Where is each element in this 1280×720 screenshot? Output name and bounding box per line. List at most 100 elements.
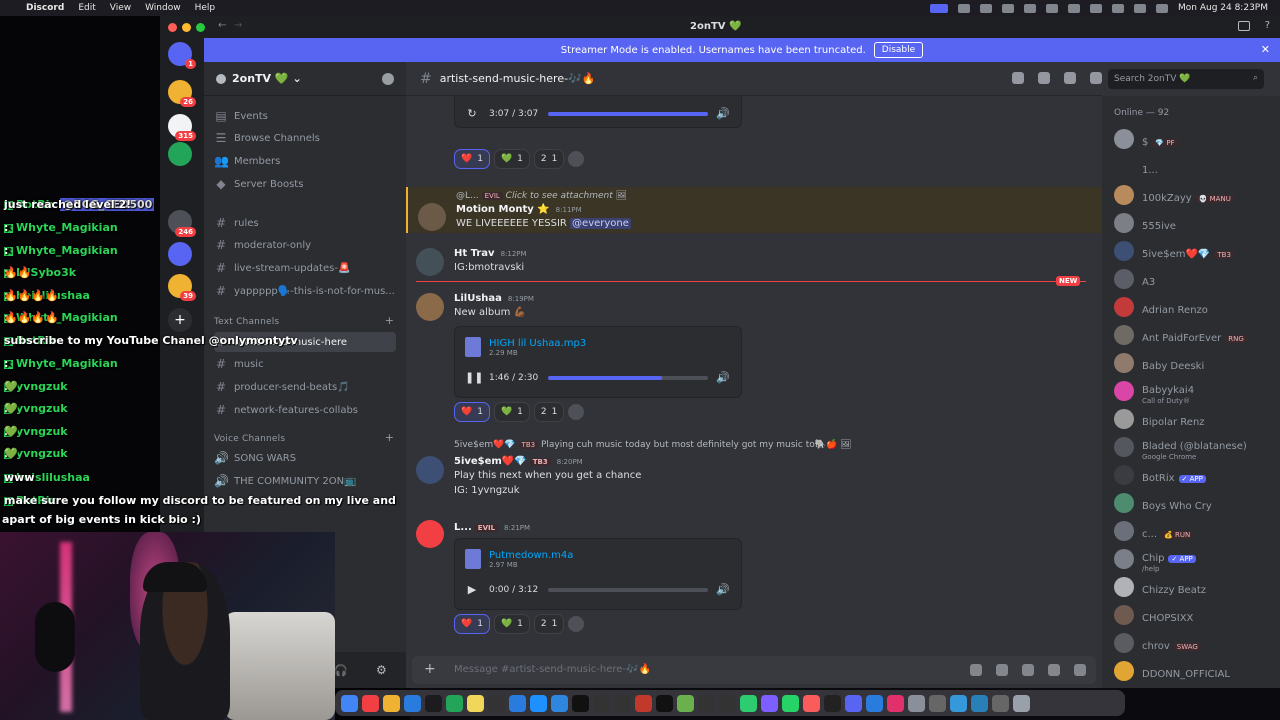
notification-bell-icon[interactable]	[1038, 72, 1050, 84]
globe-icon[interactable]	[950, 694, 967, 712]
reaction-two[interactable]: 21	[533, 614, 565, 634]
threads-icon[interactable]	[1012, 72, 1024, 84]
member-item[interactable]: Babyykai4 Call of Duty®	[1114, 378, 1280, 405]
member-item[interactable]: Chizzy Beatz	[1114, 574, 1280, 600]
add-member-icon[interactable]	[382, 73, 394, 85]
battery-icon[interactable]	[1046, 3, 1058, 13]
browser-icon[interactable]	[971, 694, 988, 712]
clock[interactable]: Mon Aug 24 8:23PM	[1178, 3, 1268, 13]
o-app-icon[interactable]	[698, 694, 715, 712]
member-item[interactable]: chrov SWAG	[1114, 630, 1280, 656]
sidebar-item-server-boosts[interactable]: ◆ Server Boosts	[214, 174, 396, 194]
apple-tv-icon[interactable]	[425, 694, 442, 712]
audio-progress-bar[interactable]	[548, 587, 709, 592]
server-icon-2on[interactable]	[168, 142, 192, 166]
bluetooth-icon[interactable]	[866, 694, 883, 712]
member-item[interactable]: 1...	[1114, 154, 1280, 180]
server-icon[interactable]: 315	[168, 114, 196, 141]
member-item[interactable]: 100kZayy 💀 MANU	[1114, 182, 1280, 208]
reaction-two[interactable]: 21	[533, 149, 565, 169]
app-store-icon[interactable]	[530, 694, 547, 712]
safari-icon[interactable]	[551, 694, 568, 712]
moon-icon[interactable]	[1002, 3, 1014, 13]
avatar[interactable]	[416, 520, 444, 548]
member-item[interactable]: $ 💎 PF	[1114, 126, 1280, 152]
messages-icon[interactable]	[740, 694, 757, 712]
help-icon[interactable]: ?	[1265, 20, 1270, 31]
member-item[interactable]: 555ive	[1114, 210, 1280, 236]
music-icon[interactable]	[803, 694, 820, 712]
message-composer[interactable]: + Message #artist-send-music-here-🎶🔥	[412, 656, 1096, 684]
sidebar-item-browse-channels[interactable]: ☰ Browse Channels	[214, 128, 396, 148]
minimize-window-icon[interactable]	[182, 23, 191, 32]
settings-icon[interactable]	[908, 694, 925, 712]
screen-share-icon[interactable]	[930, 3, 948, 13]
trash-icon[interactable]	[1013, 694, 1030, 712]
member-list-icon[interactable]	[1090, 72, 1102, 84]
f-app-icon[interactable]	[593, 694, 610, 712]
forward-arrow-icon[interactable]: →	[234, 20, 242, 31]
member-item[interactable]: c... 💰 RUN	[1114, 518, 1280, 544]
member-item[interactable]: Adrian Renzo	[1114, 294, 1280, 320]
close-window-icon[interactable]	[168, 23, 177, 32]
audio-progress-bar[interactable]	[548, 111, 709, 116]
headset-icon[interactable]: 🎧	[334, 664, 348, 677]
menu-edit[interactable]: Edit	[78, 3, 95, 13]
capcut-icon[interactable]	[656, 694, 673, 712]
discord-icon[interactable]	[845, 694, 862, 712]
menu-window[interactable]: Window	[145, 3, 181, 13]
calendar-icon[interactable]	[362, 694, 379, 712]
inbox-icon[interactable]	[1238, 21, 1250, 31]
member-item[interactable]: Ant PaidForEver RNG	[1114, 322, 1280, 348]
obs-icon[interactable]	[824, 694, 841, 712]
zoom-window-icon[interactable]	[196, 23, 205, 32]
m-app-icon[interactable]	[614, 694, 631, 712]
member-item[interactable]: A3	[1114, 266, 1280, 292]
member-item[interactable]: Boys Who Cry	[1114, 490, 1280, 516]
sidebar-item-events[interactable]: ▤ Events	[214, 106, 396, 126]
notes-icon[interactable]	[467, 694, 484, 712]
play-icon[interactable]	[1068, 3, 1080, 13]
m2-app-icon[interactable]	[719, 694, 736, 712]
play-icon[interactable]: ▶	[465, 583, 479, 596]
control-center-icon[interactable]	[1156, 3, 1168, 13]
member-item[interactable]: 5ive$em❤️💎 TB3	[1114, 238, 1280, 264]
finder-icon[interactable]	[404, 694, 421, 712]
member-item[interactable]: CHOPSIXX	[1114, 602, 1280, 628]
help2-icon[interactable]	[992, 694, 1009, 712]
add-attachment-icon[interactable]: +	[424, 661, 436, 677]
volume-icon[interactable]: 🔊	[716, 107, 730, 120]
gift-icon[interactable]	[970, 664, 982, 676]
add-reaction-icon[interactable]	[568, 616, 585, 632]
replay-icon[interactable]: ↻	[465, 107, 479, 120]
settings-gear-icon[interactable]: ⚙	[376, 663, 387, 677]
back-arrow-icon[interactable]: ←	[218, 20, 226, 31]
search-input[interactable]: Search 2onTV 💚 ⌕	[1108, 69, 1264, 89]
reaction-green-heart[interactable]: 💚 1	[493, 149, 530, 169]
close-banner-icon[interactable]: ✕	[1261, 43, 1270, 56]
add-reaction-icon[interactable]	[568, 151, 585, 167]
search-icon[interactable]	[1134, 3, 1146, 13]
chrome-status-icon[interactable]	[980, 3, 992, 13]
member-item[interactable]: BotRix ✓ APP	[1114, 462, 1280, 488]
help-icon[interactable]	[929, 694, 946, 712]
chrome-icon[interactable]	[341, 694, 358, 712]
whatsapp-icon[interactable]	[782, 694, 799, 712]
pinned-messages-icon[interactable]	[1064, 72, 1076, 84]
emoji-icon[interactable]	[1048, 664, 1060, 676]
audio-progress-bar[interactable]	[548, 375, 709, 380]
member-item[interactable]: Baby Deeski	[1114, 350, 1280, 376]
menu-help[interactable]: Help	[195, 3, 216, 13]
photos-icon[interactable]	[383, 694, 400, 712]
message-author[interactable]: L... EVIL 8:21PM	[454, 522, 530, 533]
readdle-icon[interactable]	[572, 694, 589, 712]
member-item[interactable]: Chip ✓ APP/help	[1114, 546, 1280, 573]
numbers-icon[interactable]	[446, 694, 463, 712]
member-item[interactable]: Bladed (@blatanese) Google Chrome	[1114, 434, 1280, 461]
volume-icon[interactable]: 🔊	[716, 583, 730, 596]
reaction-green-heart[interactable]: 💚 1	[493, 614, 530, 634]
sticker-icon[interactable]	[1022, 664, 1034, 676]
wifi-icon[interactable]	[1112, 3, 1124, 13]
bluetooth-icon[interactable]	[1090, 3, 1102, 13]
server-header[interactable]: 2onTV 💚 ⌄	[204, 62, 406, 96]
